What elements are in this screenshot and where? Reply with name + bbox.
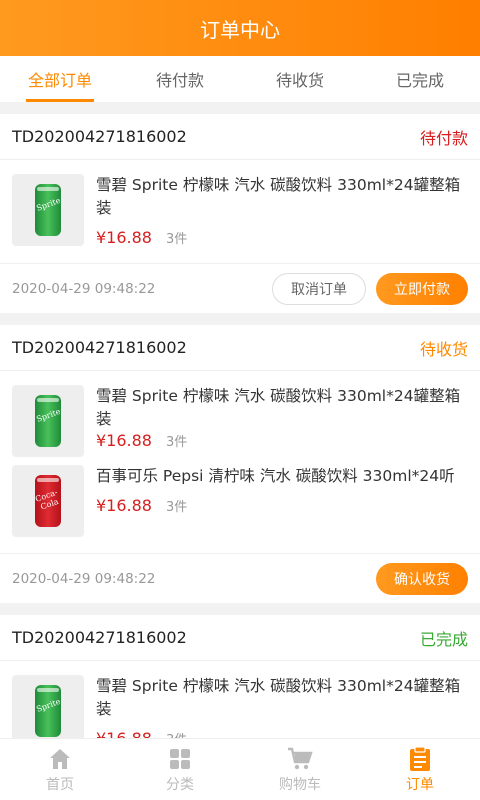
- order-footer: 2020-04-29 09:48:22 取消订单 立即付款: [0, 263, 480, 313]
- nav-label: 购物车: [279, 776, 321, 793]
- tab-label: 已完成: [395, 71, 444, 90]
- tab-completed[interactable]: 已完成: [360, 56, 480, 102]
- order-item[interactable]: Coca-Cola 百事可乐 Pepsi 清柠味 汽水 碳酸饮料 330ml*2…: [0, 457, 480, 537]
- order-time: 2020-04-29 09:48:22: [12, 570, 156, 587]
- order-header: TD202004271816002 待付款: [0, 114, 480, 160]
- order-item[interactable]: Sprite 雪碧 Sprite 柠檬味 汽水 碳酸饮料 330ml*24罐整箱…: [0, 371, 480, 457]
- tab-label: 全部订单: [27, 71, 92, 90]
- order-card[interactable]: TD202004271816002 待收货 Sprite 雪碧 Sprite 柠…: [0, 325, 480, 603]
- product-title: 雪碧 Sprite 柠檬味 汽水 碳酸饮料 330ml*24罐整箱装: [96, 176, 461, 217]
- nav-home[interactable]: 首页: [0, 739, 120, 800]
- nav-cart[interactable]: 购物车: [240, 739, 360, 800]
- order-status: 待收货: [419, 339, 468, 359]
- confirm-receipt-button[interactable]: 确认收货: [376, 562, 468, 595]
- order-icon: [409, 745, 431, 772]
- product-quantity: 3件: [165, 435, 188, 450]
- order-number: TD202004271816002: [12, 338, 187, 357]
- page-title: 订单中心: [200, 17, 280, 42]
- product-title: 雪碧 Sprite 柠檬味 汽水 碳酸饮料 330ml*24罐整箱装: [96, 677, 461, 718]
- sprite-can-icon: Sprite: [35, 395, 62, 447]
- product-image: Coca-Cola: [12, 465, 84, 537]
- order-number: TD202004271816002: [12, 628, 187, 647]
- cart-icon: [287, 746, 313, 772]
- cola-can-icon: Coca-Cola: [34, 475, 61, 527]
- sprite-can-icon: Sprite: [35, 184, 62, 236]
- order-footer: 2020-04-29 09:48:22 确认收货: [0, 553, 480, 603]
- product-price: ¥16.88: [96, 228, 152, 247]
- order-number: TD202004271816002: [12, 127, 187, 146]
- tab-all-orders[interactable]: 全部订单: [0, 56, 120, 102]
- order-item[interactable]: Sprite 雪碧 Sprite 柠檬味 汽水 碳酸饮料 330ml*24罐整箱…: [0, 160, 480, 247]
- tab-label: 待收货: [275, 71, 324, 90]
- order-status: 已完成: [419, 629, 468, 649]
- product-image: Sprite: [12, 675, 84, 738]
- product-image: Sprite: [12, 174, 84, 246]
- tab-label: 待付款: [155, 71, 204, 90]
- order-header: TD202004271816002 待收货: [0, 325, 480, 371]
- category-icon: [168, 746, 192, 772]
- nav-label: 分类: [166, 776, 194, 793]
- order-header: TD202004271816002 已完成: [0, 615, 480, 661]
- bottom-nav: 首页 分类 购物车 订单: [0, 738, 480, 800]
- order-list[interactable]: TD202004271816002 待付款 Sprite 雪碧 Sprite 柠…: [0, 102, 480, 738]
- product-price: ¥16.88: [96, 431, 152, 450]
- product-quantity: 3件: [165, 232, 188, 247]
- product-title: 雪碧 Sprite 柠檬味 汽水 碳酸饮料 330ml*24罐整箱装: [96, 387, 461, 428]
- app-header: 订单中心: [0, 0, 480, 56]
- order-item[interactable]: Sprite 雪碧 Sprite 柠檬味 汽水 碳酸饮料 330ml*24罐整箱…: [0, 661, 480, 738]
- product-quantity: 3件: [166, 729, 187, 738]
- order-status: 待付款: [419, 128, 468, 148]
- nav-label: 订单: [406, 776, 434, 793]
- product-quantity: 3件: [165, 500, 188, 515]
- pay-now-button[interactable]: 立即付款: [376, 272, 468, 305]
- nav-orders[interactable]: 订单: [360, 739, 480, 800]
- product-title: 百事可乐 Pepsi 清柠味 汽水 碳酸饮料 330ml*24听: [96, 467, 455, 485]
- cancel-order-button[interactable]: 取消订单: [272, 272, 366, 305]
- product-price: ¥16.88: [96, 729, 152, 738]
- order-time: 2020-04-29 09:48:22: [12, 280, 156, 297]
- order-card[interactable]: TD202004271816002 已完成 Sprite 雪碧 Sprite 柠…: [0, 615, 480, 738]
- tab-pending-receipt[interactable]: 待收货: [240, 56, 360, 102]
- order-tabs: 全部订单 待付款 待收货 已完成: [0, 56, 480, 102]
- nav-label: 首页: [46, 776, 74, 793]
- sprite-can-icon: Sprite: [35, 685, 62, 737]
- product-image: Sprite: [12, 385, 84, 457]
- tab-pending-payment[interactable]: 待付款: [120, 56, 240, 102]
- nav-category[interactable]: 分类: [120, 739, 240, 800]
- order-card[interactable]: TD202004271816002 待付款 Sprite 雪碧 Sprite 柠…: [0, 114, 480, 313]
- product-price: ¥16.88: [96, 496, 152, 515]
- home-icon: [48, 746, 72, 772]
